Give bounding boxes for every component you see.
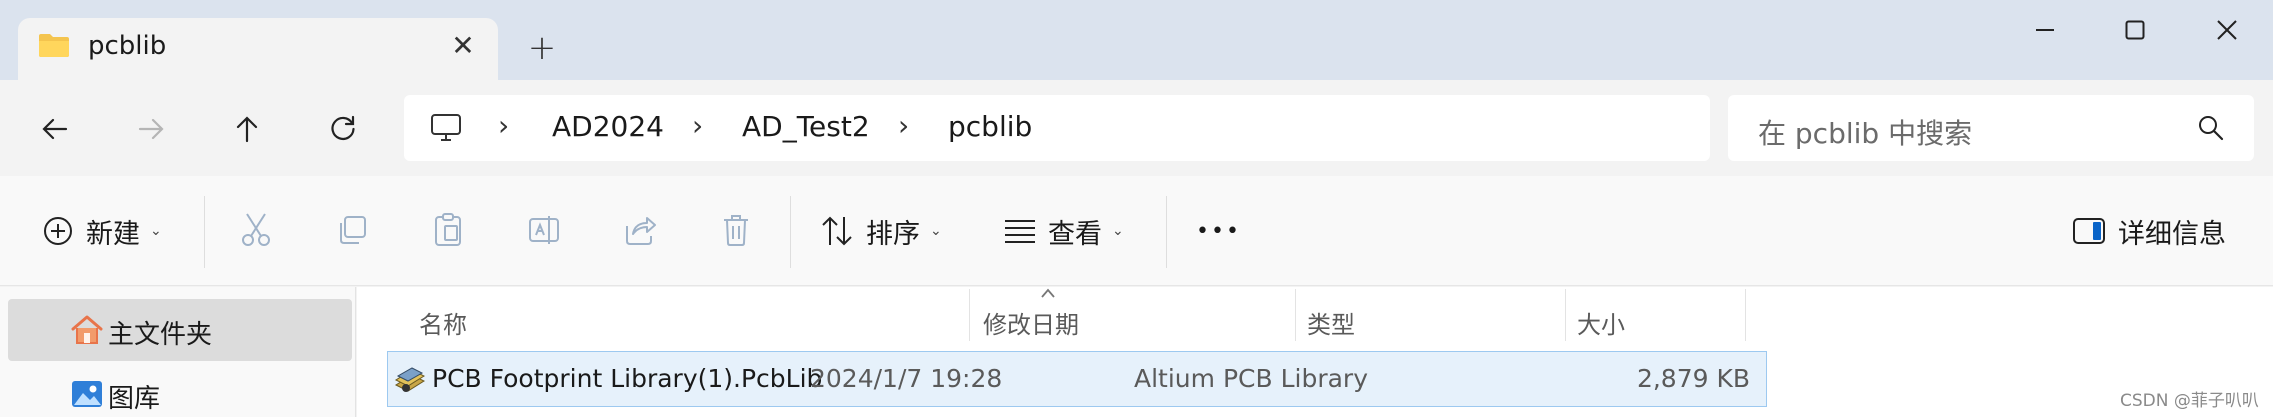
breadcrumb-separator: › bbox=[692, 109, 704, 142]
this-pc-icon bbox=[431, 114, 461, 141]
view-button[interactable]: 查看 ⌄ bbox=[1004, 206, 1124, 256]
tab-pcblib[interactable]: pcblib ✕ bbox=[18, 18, 498, 80]
chevron-down-icon: ⌄ bbox=[930, 223, 942, 239]
new-tab-button[interactable]: + bbox=[522, 28, 562, 68]
gallery-icon bbox=[72, 381, 102, 407]
pcblib-file-icon bbox=[394, 367, 426, 392]
table-row[interactable]: PCB Footprint Library(1).PcbLib 2024/1/7… bbox=[387, 351, 1767, 407]
details-pane-icon bbox=[2073, 218, 2105, 244]
title-bar: pcblib ✕ + bbox=[0, 0, 2273, 80]
column-header-type[interactable]: 类型 bbox=[1307, 295, 1355, 349]
maximize-button[interactable] bbox=[2100, 8, 2170, 52]
folder-icon bbox=[39, 34, 69, 57]
details-pane-button[interactable]: 详细信息 bbox=[2072, 206, 2226, 256]
delete-button[interactable] bbox=[716, 210, 756, 250]
sort-label: 排序 bbox=[866, 218, 920, 250]
details-pane-label: 详细信息 bbox=[2118, 218, 2226, 250]
column-divider[interactable] bbox=[1745, 289, 1746, 341]
close-window-button[interactable] bbox=[2192, 8, 2262, 52]
copy-icon bbox=[340, 216, 366, 244]
breadcrumb-pcblib[interactable]: pcblib bbox=[948, 110, 1032, 143]
paste-button[interactable] bbox=[428, 210, 468, 250]
breadcrumb-separator: › bbox=[898, 109, 910, 142]
file-modified-date: 2024/1/7 19:28 bbox=[810, 364, 1003, 393]
home-icon bbox=[71, 315, 103, 344]
sidebar-item-label: 主文件夹 bbox=[108, 320, 213, 350]
divider bbox=[790, 196, 791, 268]
view-list-icon bbox=[1005, 220, 1035, 243]
up-button[interactable] bbox=[220, 104, 274, 154]
file-name: PCB Footprint Library(1).PcbLib bbox=[432, 364, 823, 393]
file-size: 2,879 KB bbox=[1636, 364, 1750, 393]
new-label: 新建 bbox=[86, 218, 140, 250]
breadcrumb-ad2024[interactable]: AD2024 bbox=[552, 110, 664, 143]
sort-icon bbox=[822, 216, 852, 246]
command-bar: 新建 ⌄ 排序 ⌄ 查看 ⌄ ••• 详细信息 bbox=[0, 176, 2273, 286]
column-divider[interactable] bbox=[1565, 289, 1566, 341]
trash-icon bbox=[724, 215, 748, 246]
share-icon bbox=[626, 217, 656, 245]
plus-circle-icon bbox=[44, 217, 72, 245]
watermark: CSDN @菲子叭叭 bbox=[2120, 391, 2259, 411]
refresh-button[interactable] bbox=[316, 104, 370, 154]
search-icon bbox=[2199, 116, 2224, 141]
divider bbox=[204, 196, 205, 268]
forward-button[interactable] bbox=[124, 104, 178, 154]
navigation-pane: 主文件夹 图库 bbox=[0, 287, 356, 417]
file-list: 名称 修改日期 类型 大小 PCB Footprint Library(1).P… bbox=[357, 287, 2273, 417]
sidebar-item-home[interactable]: 主文件夹 bbox=[8, 299, 352, 361]
column-divider[interactable] bbox=[969, 289, 970, 341]
tab-title: pcblib bbox=[88, 31, 167, 61]
file-type: Altium PCB Library bbox=[1134, 364, 1368, 393]
cut-button[interactable] bbox=[236, 210, 276, 250]
share-button[interactable] bbox=[620, 210, 660, 250]
rename-icon bbox=[529, 216, 559, 244]
more-options-button[interactable]: ••• bbox=[1196, 206, 1241, 256]
search-placeholder: 在 pcblib 中搜索 bbox=[1758, 117, 1973, 150]
refresh-icon bbox=[331, 115, 355, 141]
search-input[interactable]: 在 pcblib 中搜索 bbox=[1728, 95, 2254, 161]
chevron-down-icon: ⌄ bbox=[150, 223, 162, 239]
maximize-icon bbox=[2125, 20, 2145, 40]
divider bbox=[1166, 196, 1167, 268]
column-header-modified[interactable]: 修改日期 bbox=[983, 295, 1079, 349]
copy-button[interactable] bbox=[332, 210, 372, 250]
new-button[interactable]: 新建 ⌄ bbox=[42, 206, 162, 256]
sidebar-item-label: 图库 bbox=[108, 384, 161, 414]
chevron-down-icon: ⌄ bbox=[1112, 223, 1124, 239]
minimize-button[interactable] bbox=[2010, 8, 2080, 52]
minimize-icon bbox=[2036, 29, 2054, 31]
close-icon bbox=[2217, 20, 2237, 40]
column-divider[interactable] bbox=[1295, 289, 1296, 341]
address-bar[interactable]: › AD2024 › AD_Test2 › pcblib bbox=[404, 95, 1710, 161]
column-header-size[interactable]: 大小 bbox=[1577, 295, 1625, 349]
breadcrumb-separator: › bbox=[498, 109, 510, 142]
breadcrumb-ad-test2[interactable]: AD_Test2 bbox=[742, 110, 870, 143]
column-header-name[interactable]: 名称 bbox=[419, 295, 467, 349]
paste-icon bbox=[435, 213, 461, 246]
back-button[interactable] bbox=[28, 104, 82, 154]
navigation-bar: › AD2024 › AD_Test2 › pcblib 在 pcblib 中搜… bbox=[0, 80, 2273, 176]
arrow-right-icon bbox=[138, 118, 164, 140]
arrow-up-icon bbox=[236, 116, 258, 143]
arrow-left-icon bbox=[42, 118, 68, 140]
scissors-icon bbox=[242, 213, 270, 246]
sidebar-item-gallery[interactable]: 图库 bbox=[8, 363, 352, 417]
view-label: 查看 bbox=[1048, 218, 1102, 250]
rename-button[interactable] bbox=[524, 210, 564, 250]
tab-close-button[interactable]: ✕ bbox=[446, 28, 480, 62]
sort-button[interactable]: 排序 ⌄ bbox=[820, 206, 942, 256]
